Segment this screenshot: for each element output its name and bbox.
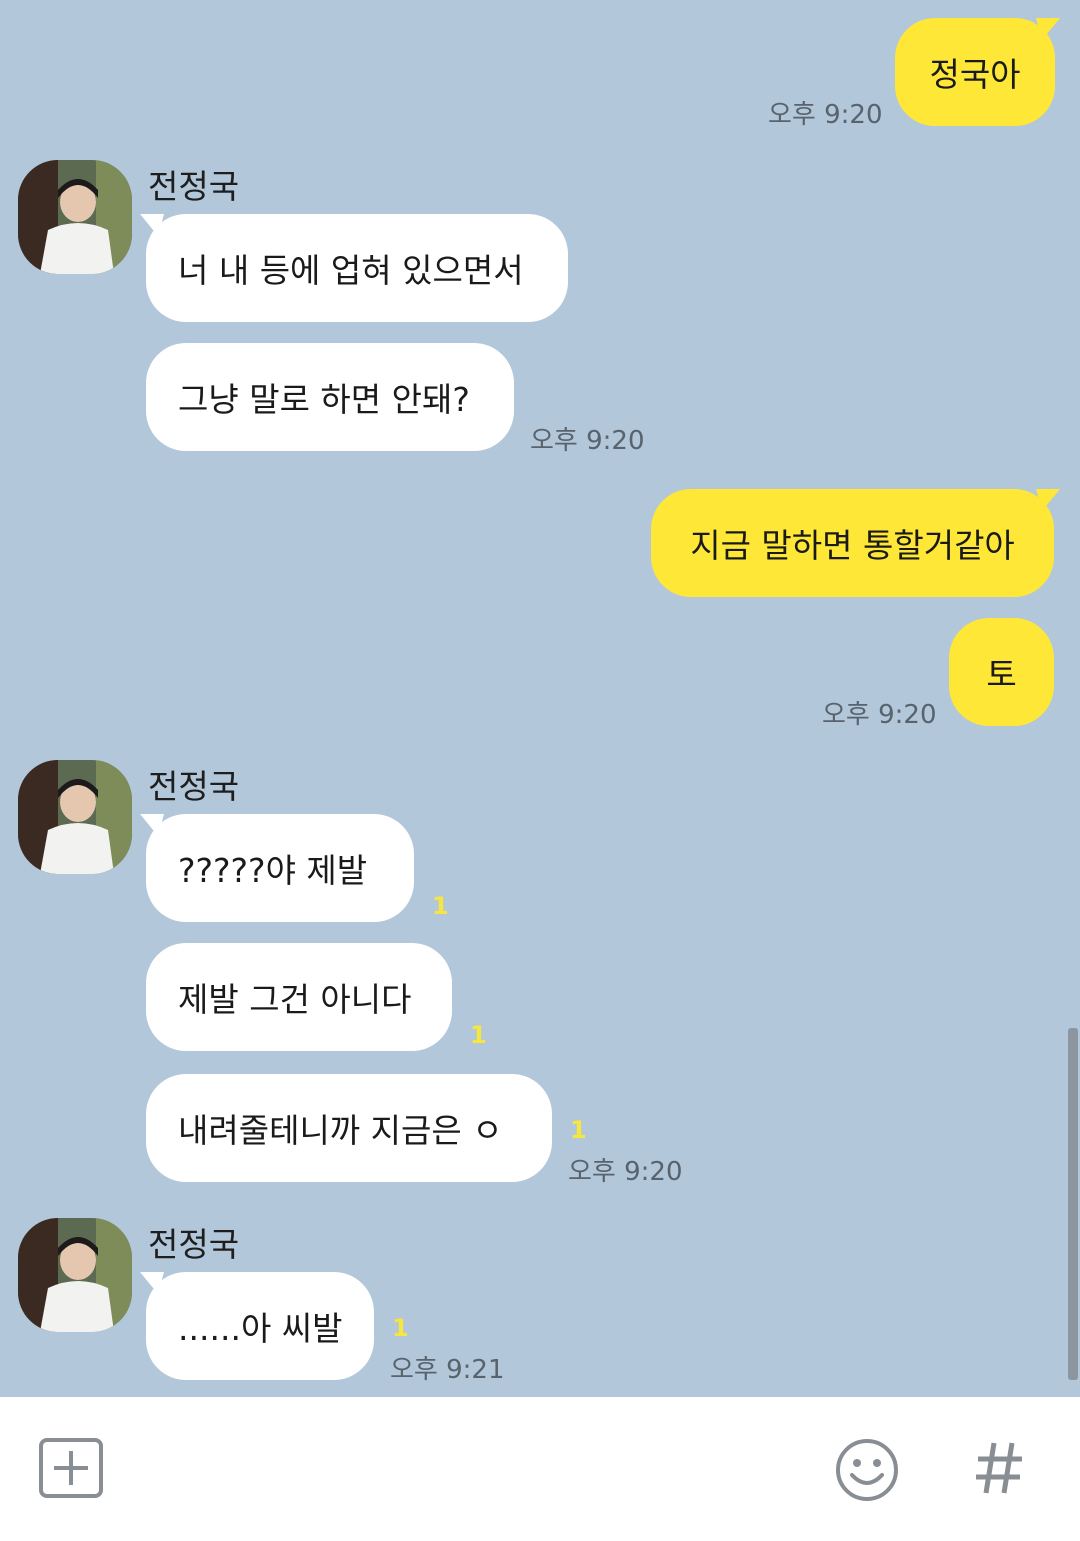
message-input-bar xyxy=(0,1397,1080,1541)
timestamp: 오후 9:20 xyxy=(568,1157,683,1187)
incoming-message[interactable]: 너 내 등에 업혀 있으면서 xyxy=(146,214,568,322)
add-button[interactable] xyxy=(38,1437,104,1499)
profile-photo-icon xyxy=(18,1218,132,1332)
smiley-icon xyxy=(836,1439,898,1501)
unread-count: 1 xyxy=(392,1314,409,1342)
scrollbar[interactable] xyxy=(1068,1028,1078,1380)
incoming-message[interactable]: ......아 씨발 xyxy=(146,1272,374,1380)
sender-name: 전정국 xyxy=(148,767,240,806)
message-text: 그냥 말로 하면 안돼? xyxy=(178,380,470,419)
profile-photo-icon xyxy=(18,160,132,274)
outgoing-message[interactable]: 정국아 xyxy=(895,18,1055,126)
avatar[interactable] xyxy=(18,1218,132,1332)
emoji-button[interactable] xyxy=(834,1437,900,1503)
timestamp: 오후 9:20 xyxy=(530,426,645,456)
timestamp: 오후 9:21 xyxy=(390,1355,505,1385)
incoming-message[interactable]: 그냥 말로 하면 안돼? xyxy=(146,343,514,451)
message-text: 제발 그건 아니다 xyxy=(178,980,412,1019)
message-text: 너 내 등에 업혀 있으면서 xyxy=(178,251,524,290)
message-text: ......아 씨발 xyxy=(178,1309,343,1348)
avatar[interactable] xyxy=(18,160,132,274)
message-text: 내려줄테니까 지금은 ㅇ xyxy=(178,1111,503,1150)
plus-square-icon xyxy=(39,1438,103,1498)
profile-photo-icon xyxy=(18,760,132,874)
unread-count: 1 xyxy=(432,892,449,920)
timestamp: 오후 9:20 xyxy=(768,100,883,130)
sender-name: 전정국 xyxy=(148,167,240,206)
avatar[interactable] xyxy=(18,760,132,874)
sender-name: 전정국 xyxy=(148,1225,240,1264)
incoming-message[interactable]: ?????야 제발 xyxy=(146,814,414,922)
unread-count: 1 xyxy=(470,1021,487,1049)
outgoing-message[interactable]: 지금 말하면 통할거같아 xyxy=(651,489,1054,597)
bubble-tail xyxy=(1036,489,1060,511)
message-text: 정국아 xyxy=(929,55,1021,94)
hashtag-icon xyxy=(976,1442,1022,1494)
bubble-tail xyxy=(1036,18,1060,40)
incoming-message[interactable]: 내려줄테니까 지금은 ㅇ xyxy=(146,1074,552,1182)
timestamp: 오후 9:20 xyxy=(822,700,937,730)
hashtag-button[interactable] xyxy=(974,1437,1024,1499)
outgoing-message[interactable]: 토 xyxy=(949,618,1054,726)
message-text: 토 xyxy=(986,655,1017,694)
incoming-message[interactable]: 제발 그건 아니다 xyxy=(146,943,452,1051)
message-text: ?????야 제발 xyxy=(178,851,368,890)
message-text: 지금 말하면 통할거같아 xyxy=(690,526,1015,565)
chat-area[interactable]: 정국아 오후 9:20 전정국 너 내 등에 업혀 있으면서 그냥 말로 하면 … xyxy=(0,0,1080,1397)
unread-count: 1 xyxy=(570,1116,587,1144)
